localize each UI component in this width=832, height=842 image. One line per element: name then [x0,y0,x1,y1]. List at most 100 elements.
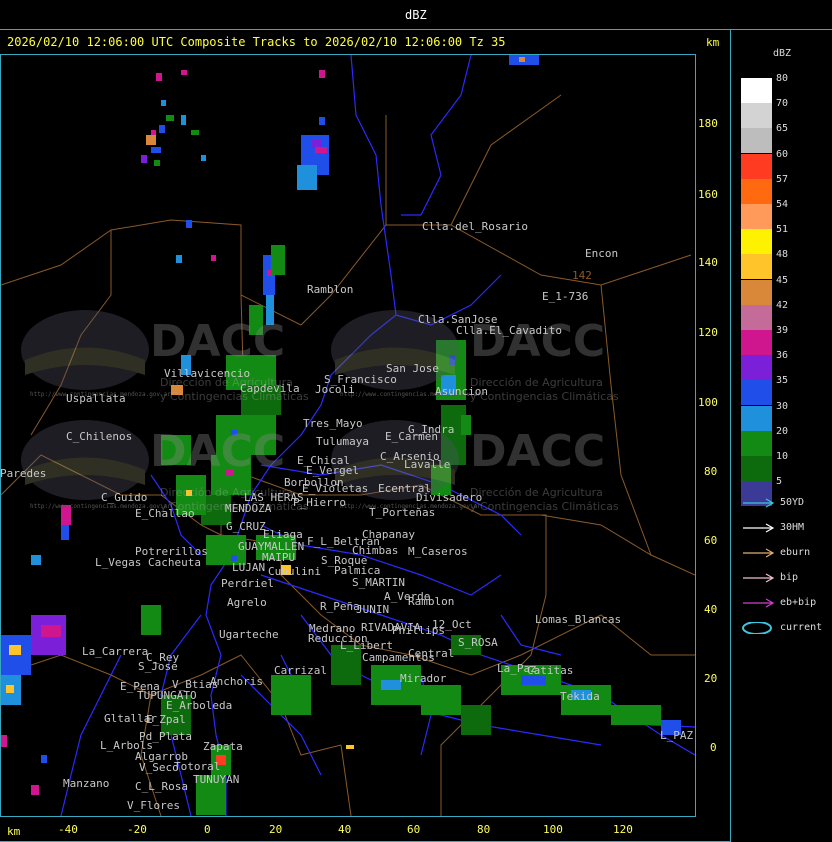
y-tick-label: 180 [698,117,718,130]
colorbar-swatch [741,128,772,154]
place-label: Jocoli [315,383,355,396]
y-tick-label: 0 [710,741,717,754]
colorbar-level-label: 45 [776,274,789,286]
y-tick-label: 60 [704,534,718,547]
place-label: Capdevila [240,382,300,395]
colorbar-swatch [741,380,772,406]
x-tick-label: 120 [613,823,633,836]
place-label: E_Zpal [146,713,186,726]
place-label: Eliaga [263,528,303,541]
top-unit-label: dBZ [405,8,427,22]
place-label: E_Vergel [306,464,359,477]
arrow-icon [743,573,775,583]
place-label: S_Jose [138,660,178,673]
colorbar-level-label: 70 [776,98,789,110]
place-label: R_Peña [320,600,360,613]
x-tick-label: 20 [269,823,283,836]
place-label: JUNIN [356,603,390,616]
place-label: V_Flores [127,799,180,812]
place-label: E_Challao [135,507,195,520]
place-label: Villavicencio [164,367,251,380]
colorbar-title: dBZ [773,48,792,59]
place-label: TUNUYAN [193,773,240,786]
place-label: Manzano [63,777,110,790]
km-label-top: km [706,36,720,49]
legend-item-label: 50YD [780,497,805,508]
place-label: Tulumaya [316,435,369,448]
place-label: Asuncion [435,385,488,398]
y-tick-label: 40 [704,603,718,616]
place-label: 12_Oct [432,618,472,631]
place-label: E_1-736 [542,290,589,303]
place-label: Perdriel [221,577,274,590]
place-label: Cacheuta [148,556,201,569]
colorbar-level-label: 80 [776,73,789,84]
watermark-line1: Dirección de Agricultura [470,376,603,389]
colorbar-swatch [741,405,772,431]
colorbar-level-label: 42 [776,299,789,311]
colorbar-swatch [741,456,772,481]
place-label: Uspallata [66,392,126,405]
legend-item-label: bip [780,572,799,583]
x-tick-label: 100 [543,823,563,836]
colorbar-level-label: 10 [776,451,789,462]
place-label: Lavalle [404,458,451,471]
x-tick-label: 0 [204,823,211,836]
place-label: E_Arboleda [166,699,233,712]
x-tick-label: -20 [127,823,147,836]
place-label: L_PAZ [660,729,694,742]
watermark-brand: DACC [470,426,606,477]
place-label: MENDOZA [225,502,272,515]
colorbar-swatch [741,78,772,103]
colorbar-level-label: 54 [776,199,789,210]
colorbar-level-label: 5 [776,476,783,488]
watermark-brand: DACC [150,426,286,477]
place-label: Catitas [527,664,574,677]
place-label: Ramblon [408,595,455,608]
place-label: C_Guido [101,491,148,504]
colorbar-swatch [741,254,772,280]
place-label: Tres_Mayo [303,417,363,430]
place-label: MAIPU [262,551,296,564]
colorbar-level-label: 36 [776,350,789,362]
colorbar-swatch [741,204,772,229]
arrow-icon [743,598,775,608]
place-label: Ugarteche [219,628,279,641]
watermark-brand: DACC [150,316,286,367]
place-label: E_Violetas [302,482,369,495]
watermark-line1: Dirección de Agricultura [470,486,603,499]
y-tick-label: 20 [704,672,718,685]
colorbar-swatch [741,355,772,381]
place-label: Tekida [560,690,600,703]
current-position-icon [742,622,772,634]
arrow-icon [743,548,775,558]
watermark-line2: y Contingencias Climáticas [470,500,619,513]
place-label: Central [408,647,455,660]
place-label: Mirador [400,672,447,685]
place-label: 142 [572,269,592,282]
place-label: M_Caseros [408,545,468,558]
legend-item-label: current [780,622,823,633]
colorbar-level-label: 35 [776,375,789,387]
place-label: Carrizal [274,664,327,677]
watermark-line2: y Contingencias Climáticas [470,390,619,403]
place-label: Ramblon [307,283,354,296]
watermark-logo-icon [21,310,149,390]
place-label: G_CRUZ [226,520,266,533]
legend-item-label: eb+bip [780,597,817,608]
place-label: Lomas_Blancas [535,613,622,626]
y-tick-label: 80 [704,465,718,478]
place-label: Totoral [174,760,221,773]
arrow-icon [743,523,775,533]
place-label: S_MARTIN [352,576,405,589]
colorbar-swatch [741,229,772,255]
x-tick-label: 80 [477,823,491,836]
colorbar-level-label: 48 [776,249,789,261]
colorbar-swatch [741,304,772,330]
colorbar-level-label: 51 [776,224,789,236]
header-divider [0,29,832,30]
y-tick-label: 120 [698,326,718,339]
place-label: G_Indra [408,423,455,436]
x-tick-label: 60 [407,823,421,836]
arrow-icon [743,498,775,508]
